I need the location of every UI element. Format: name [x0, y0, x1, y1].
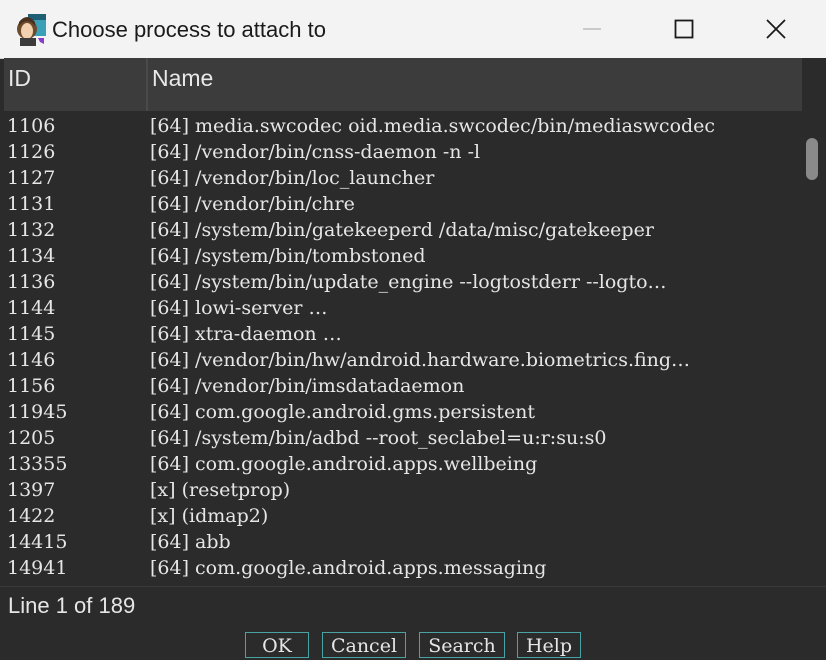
maximize-icon	[674, 19, 694, 39]
process-row[interactable]: 1397 [x] (resetprop)	[4, 477, 802, 503]
window-title: Choose process to attach to	[52, 17, 326, 42]
minimize-button[interactable]	[546, 0, 638, 58]
process-row[interactable]: 1146 [64] /vendor/bin/hw/android.hardware…	[4, 347, 802, 373]
process-name: [64] abb	[150, 531, 231, 553]
process-id: 13355	[7, 453, 68, 475]
close-button[interactable]	[730, 0, 822, 58]
process-row[interactable]: 13355 [64] com.google.android.apps.wellbe…	[4, 451, 802, 477]
process-name: [64] com.google.android.gms.persistent	[150, 401, 536, 423]
process-name: [64] /vendor/bin/hw/android.hardware.bio…	[150, 349, 691, 371]
process-id: 1397	[7, 479, 56, 501]
process-name: [64] /vendor/bin/loc_launcher	[150, 167, 435, 189]
process-name: [64] /vendor/bin/imsdatadaemon	[150, 375, 465, 397]
column-header-name[interactable]: Name	[148, 58, 802, 111]
process-id: 1132	[7, 219, 56, 241]
process-id: 1422	[7, 505, 56, 527]
close-icon	[766, 19, 786, 39]
process-row[interactable]: 1145 [64] xtra-daemon …	[4, 321, 802, 347]
process-row[interactable]: 1144 [64] lowi-server …	[4, 295, 802, 321]
process-row[interactable]: 1156 [64] /vendor/bin/imsdatadaemon	[4, 373, 802, 399]
process-name: [x] (idmap2)	[150, 505, 269, 527]
process-name: [64] /system/bin/tombstoned	[150, 245, 426, 267]
process-name: [64] com.google.android.apps.messaging	[150, 557, 547, 579]
process-row[interactable]: 1127 [64] /vendor/bin/loc_launcher	[4, 165, 802, 191]
process-row[interactable]: 1136 [64] /system/bin/update_engine --log…	[4, 269, 802, 295]
process-id: 11945	[7, 401, 68, 423]
process-row[interactable]: 14415 [64] abb	[4, 529, 802, 555]
line-position-text: Line 1 of 189	[8, 593, 136, 618]
process-id: 1146	[7, 349, 56, 371]
title-bar[interactable]: Choose process to attach to	[0, 0, 826, 59]
process-name: [64] /system/bin/update_engine --logtost…	[150, 271, 667, 293]
status-bar: Line 1 of 189	[0, 586, 826, 625]
process-name: [64] xtra-daemon …	[150, 323, 342, 345]
process-row[interactable]: 1132 [64] /system/bin/gatekeeperd /data/m…	[4, 217, 802, 243]
process-row[interactable]: 1134 [64] /system/bin/tombstoned	[4, 243, 802, 269]
process-name: [64] com.google.android.apps.wellbeing	[150, 453, 538, 475]
process-name: [64] lowi-server …	[150, 297, 328, 319]
scrollbar-thumb[interactable]	[806, 138, 818, 180]
minimize-icon	[583, 28, 601, 30]
process-row[interactable]: 1131 [64] /vendor/bin/chre	[4, 191, 802, 217]
process-id: 1136	[7, 271, 56, 293]
column-header-id-label: ID	[8, 65, 31, 91]
process-list[interactable]: 1106 [64] media.swcodec oid.media.swcodec…	[4, 111, 802, 586]
column-header-name-label: Name	[152, 65, 214, 91]
vertical-scrollbar[interactable]	[802, 58, 826, 586]
process-row[interactable]: 1205 [64] /system/bin/adbd --root_seclabe…	[4, 425, 802, 451]
column-header-id[interactable]: ID	[4, 58, 148, 111]
process-row[interactable]: 11945 [64] com.google.android.gms.persist…	[4, 399, 802, 425]
cancel-button[interactable]: Cancel	[322, 632, 406, 658]
portrait-app-icon	[17, 14, 46, 46]
process-name: [64] /system/bin/adbd --root_seclabel=u:…	[150, 427, 607, 449]
process-id: 1145	[7, 323, 56, 345]
process-id: 1144	[7, 297, 56, 319]
process-name: [64] media.swcodec oid.media.swcodec/bin…	[150, 115, 716, 137]
process-id: 1126	[7, 141, 56, 163]
process-id: 1131	[7, 193, 56, 215]
process-id: 14415	[7, 531, 68, 553]
process-row[interactable]: 1126 [64] /vendor/bin/cnss-daemon -n -l	[4, 139, 802, 165]
button-bar: OK Cancel Search Help	[0, 624, 826, 660]
process-id: 1106	[7, 115, 56, 137]
process-id: 1134	[7, 245, 56, 267]
search-button[interactable]: Search	[419, 632, 505, 658]
process-id: 14941	[7, 557, 68, 579]
process-row[interactable]: 1106 [64] media.swcodec oid.media.swcodec…	[4, 113, 802, 139]
process-row[interactable]: 1422 [x] (idmap2)	[4, 503, 802, 529]
column-header: ID Name	[4, 58, 802, 111]
help-button[interactable]: Help	[517, 632, 581, 658]
attach-process-dialog: Choose process to attach to ID Name 1106	[0, 0, 826, 660]
process-name: [64] /vendor/bin/cnss-daemon -n -l	[150, 141, 481, 163]
process-id: 1205	[7, 427, 56, 449]
process-name: [x] (resetprop)	[150, 479, 291, 501]
process-row[interactable]: 14941 [64] com.google.android.apps.messag…	[4, 555, 802, 581]
ok-button[interactable]: OK	[245, 632, 309, 658]
process-name: [64] /vendor/bin/chre	[150, 193, 355, 215]
process-name: [64] /system/bin/gatekeeperd /data/misc/…	[150, 219, 654, 241]
process-id: 1127	[7, 167, 56, 189]
maximize-button[interactable]	[638, 0, 730, 58]
process-id: 1156	[7, 375, 56, 397]
